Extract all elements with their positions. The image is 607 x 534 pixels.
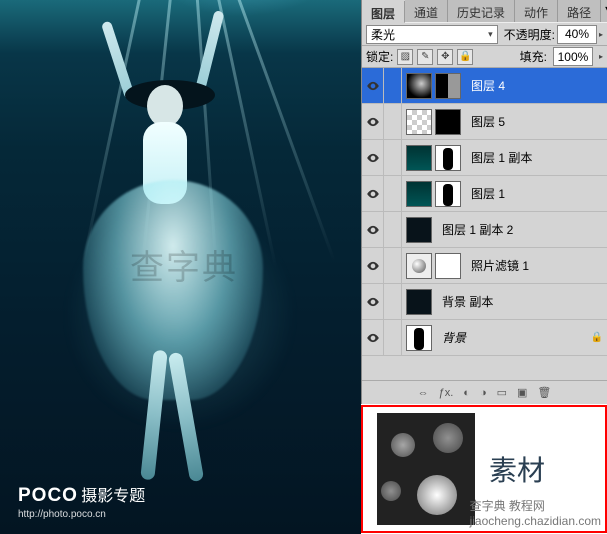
poco-watermark: POCO 摄影专题 http://photo.poco.cn bbox=[18, 482, 145, 520]
adjustment-thumbnail[interactable] bbox=[406, 253, 432, 279]
adjustment-layer-icon[interactable]: ◑ bbox=[480, 387, 487, 399]
layer-mask-thumbnail[interactable] bbox=[435, 253, 461, 279]
layer-name[interactable]: 背景 bbox=[442, 329, 591, 346]
footer-watermark: 查字典 教程网 jiaocheng.chazidian.com bbox=[470, 497, 601, 528]
watermark-url: http://photo.poco.cn bbox=[18, 509, 145, 520]
link-cell[interactable] bbox=[384, 104, 402, 140]
layer-name[interactable]: 图层 1 副本 2 bbox=[442, 221, 603, 238]
panel-menu-icon[interactable]: ▾≡ bbox=[601, 0, 607, 22]
opacity-input[interactable]: 40% bbox=[557, 25, 597, 44]
layer-mask-thumbnail[interactable] bbox=[435, 181, 461, 207]
opacity-flyout-icon[interactable]: ▸ bbox=[599, 30, 603, 39]
lock-position-icon[interactable]: ✥ bbox=[437, 49, 453, 65]
link-cell[interactable] bbox=[384, 320, 402, 356]
layer-row[interactable]: 图层 1 副本 bbox=[362, 140, 607, 176]
blend-mode-select[interactable]: 柔光 ▾ bbox=[366, 25, 498, 44]
layer-name[interactable]: 图层 4 bbox=[471, 77, 603, 94]
blend-mode-value: 柔光 bbox=[371, 26, 395, 43]
layer-row[interactable]: 图层 4 bbox=[362, 68, 607, 104]
layer-style-icon[interactable]: ƒx. bbox=[439, 387, 454, 399]
visibility-toggle[interactable] bbox=[362, 248, 384, 284]
layer-name[interactable]: 图层 5 bbox=[471, 113, 603, 130]
watermark-title: 摄影专题 bbox=[81, 488, 145, 505]
lock-label: 锁定: bbox=[366, 48, 393, 65]
layer-thumbnail[interactable] bbox=[406, 109, 432, 135]
lock-pixels-icon[interactable]: ✎ bbox=[417, 49, 433, 65]
tab-layers[interactable]: 图层 bbox=[362, 1, 405, 23]
fill-flyout-icon[interactable]: ▸ bbox=[599, 52, 603, 61]
group-icon[interactable]: ▭ bbox=[497, 386, 507, 399]
layer-mask-thumbnail[interactable] bbox=[435, 73, 461, 99]
blend-toolbar: 柔光 ▾ 不透明度: 40% ▸ bbox=[362, 22, 607, 46]
fill-label: 填充: bbox=[520, 48, 547, 65]
lock-icon: 🔒 bbox=[591, 332, 603, 343]
link-cell[interactable] bbox=[384, 140, 402, 176]
link-layers-icon[interactable]: ⇔ bbox=[418, 387, 429, 399]
layer-thumbnail[interactable] bbox=[406, 289, 432, 315]
fill-input[interactable]: 100% bbox=[553, 47, 593, 66]
lock-toolbar: 锁定: ▨ ✎ ✥ 🔒 填充: 100% ▸ bbox=[362, 46, 607, 68]
main-canvas: POCO 摄影专题 http://photo.poco.cn bbox=[0, 0, 361, 534]
visibility-toggle[interactable] bbox=[362, 284, 384, 320]
layer-mask-icon[interactable]: ◐ bbox=[463, 387, 470, 399]
visibility-toggle[interactable] bbox=[362, 68, 384, 104]
layer-name[interactable]: 图层 1 副本 bbox=[471, 149, 603, 166]
watermark-brand: POCO bbox=[18, 485, 78, 506]
visibility-toggle[interactable] bbox=[362, 176, 384, 212]
layer-name[interactable]: 背景 副本 bbox=[442, 293, 603, 310]
layer-thumbnail[interactable] bbox=[406, 145, 432, 171]
layer-name[interactable]: 图层 1 bbox=[471, 185, 603, 202]
tab-paths[interactable]: 路径 bbox=[558, 0, 601, 22]
link-cell[interactable] bbox=[384, 68, 402, 104]
material-label: 素材 bbox=[489, 449, 545, 489]
tab-actions[interactable]: 动作 bbox=[515, 0, 558, 22]
link-cell[interactable] bbox=[384, 248, 402, 284]
visibility-toggle[interactable] bbox=[362, 212, 384, 248]
layer-row[interactable]: 图层 5 bbox=[362, 104, 607, 140]
panel-tabs: 图层 通道 历史记录 动作 路径 ▾≡ bbox=[362, 0, 607, 22]
layer-row[interactable]: 照片滤镜 1 bbox=[362, 248, 607, 284]
chevron-down-icon: ▾ bbox=[488, 29, 493, 40]
layer-row[interactable]: 图层 1 副本 2 bbox=[362, 212, 607, 248]
panel-footer: ⇔ ƒx. ◐ ◑ ▭ ▣ 🗑 bbox=[362, 380, 607, 404]
tab-channels[interactable]: 通道 bbox=[405, 0, 448, 22]
visibility-toggle[interactable] bbox=[362, 140, 384, 176]
material-preview bbox=[377, 413, 475, 525]
new-layer-icon[interactable]: ▣ bbox=[517, 386, 527, 399]
tab-history[interactable]: 历史记录 bbox=[448, 0, 515, 22]
layers-panel: 图层 通道 历史记录 动作 路径 ▾≡ 柔光 ▾ 不透明度: 40% ▸ 锁定:… bbox=[361, 0, 607, 404]
subject-figure bbox=[55, 30, 295, 490]
layer-row-background[interactable]: 背景 🔒 bbox=[362, 320, 607, 356]
layer-mask-thumbnail[interactable] bbox=[435, 109, 461, 135]
layer-name[interactable]: 照片滤镜 1 bbox=[471, 257, 603, 274]
layer-list: 图层 4 图层 5 图层 1 副本 图层 1 图层 1 副本 2 bbox=[362, 68, 607, 356]
delete-icon[interactable]: 🗑 bbox=[537, 386, 551, 399]
link-cell[interactable] bbox=[384, 212, 402, 248]
lock-all-icon[interactable]: 🔒 bbox=[457, 49, 473, 65]
layer-row[interactable]: 图层 1 bbox=[362, 176, 607, 212]
opacity-label: 不透明度: bbox=[504, 26, 555, 43]
visibility-toggle[interactable] bbox=[362, 104, 384, 140]
layer-mask-thumbnail[interactable] bbox=[435, 145, 461, 171]
layer-thumbnail[interactable] bbox=[406, 217, 432, 243]
layer-row[interactable]: 背景 副本 bbox=[362, 284, 607, 320]
lock-transparency-icon[interactable]: ▨ bbox=[397, 49, 413, 65]
link-cell[interactable] bbox=[384, 176, 402, 212]
link-cell[interactable] bbox=[384, 284, 402, 320]
layer-thumbnail[interactable] bbox=[406, 73, 432, 99]
layer-thumbnail[interactable] bbox=[406, 181, 432, 207]
visibility-toggle[interactable] bbox=[362, 320, 384, 356]
layer-thumbnail[interactable] bbox=[406, 325, 432, 351]
